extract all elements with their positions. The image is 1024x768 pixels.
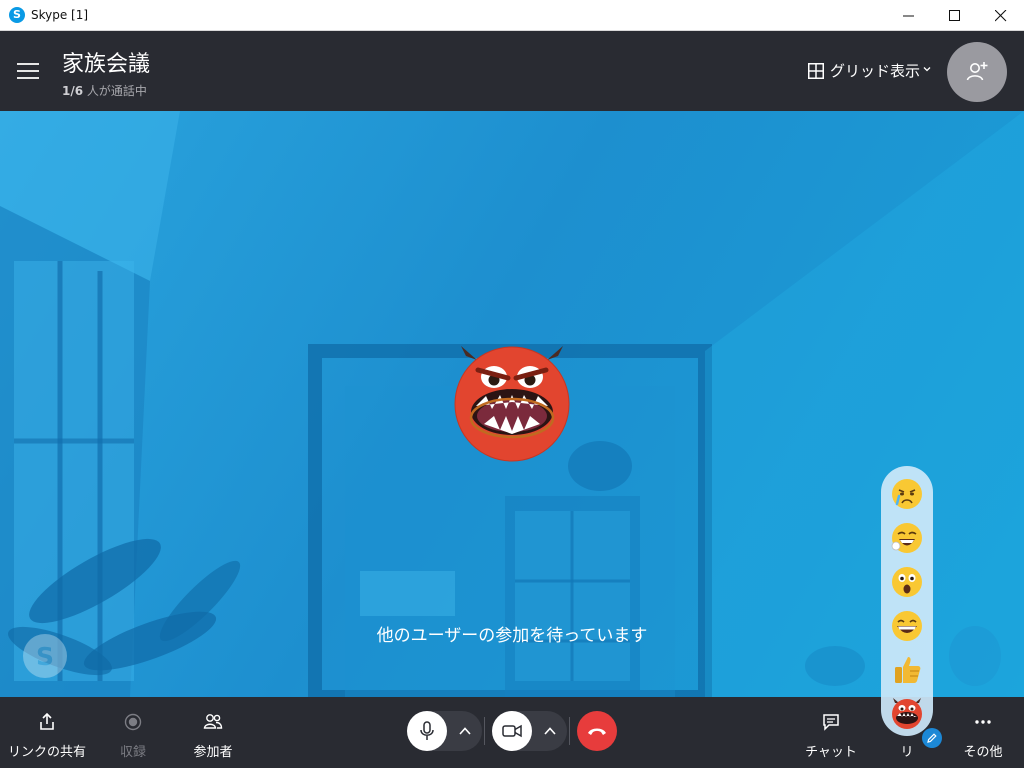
chevron-up-icon — [544, 727, 556, 735]
microphone-icon — [420, 721, 434, 740]
call-header: 家族会議 1/6 人が通話中 グリッド表示 — [0, 31, 1024, 111]
devil-emoticon[interactable] — [891, 698, 923, 730]
call-title: 家族会議 — [62, 52, 151, 77]
add-participant-button[interactable] — [947, 42, 1007, 102]
maximize-icon — [949, 10, 960, 21]
video-options-button[interactable] — [535, 711, 565, 751]
grid-view-icon — [808, 63, 824, 79]
more-label: その他 — [963, 745, 1003, 760]
record-icon — [124, 713, 142, 731]
window-title: Skype [1] — [31, 8, 89, 22]
record-button[interactable]: 収録 — [105, 697, 161, 768]
mic-options-button[interactable] — [450, 711, 480, 751]
maximize-button[interactable] — [932, 0, 978, 31]
call-controls-bar: リンクの共有 収録 参加者 チャット リ その他 — [0, 697, 1024, 768]
close-button[interactable] — [978, 0, 1024, 31]
grinning-emoticon[interactable] — [891, 610, 923, 642]
participants-label: 参加者 — [193, 745, 233, 760]
crying-emoticon[interactable] — [891, 478, 923, 510]
share-link-button[interactable]: リンクの共有 — [2, 697, 92, 768]
hamburger-icon-line — [17, 77, 39, 79]
minimize-icon — [903, 15, 914, 17]
hang-up-icon — [588, 728, 606, 735]
video-toggle-button[interactable] — [492, 711, 532, 751]
pencil-icon — [927, 733, 937, 743]
share-icon — [40, 713, 54, 730]
chat-button[interactable]: チャット — [800, 697, 862, 768]
close-icon — [995, 10, 1007, 22]
hamburger-menu-button[interactable] — [17, 61, 41, 81]
video-stage: S 他のユーザーの参加を待っています — [0, 111, 1024, 697]
end-call-button[interactable] — [577, 711, 617, 751]
window-titlebar: S Skype [1] — [0, 0, 1024, 31]
hamburger-icon — [17, 63, 39, 65]
surprised-emoticon[interactable] — [891, 566, 923, 598]
share-link-label: リンクの共有 — [7, 745, 86, 760]
participant-count: 1/6 — [62, 84, 84, 98]
video-camera-icon — [502, 724, 522, 738]
view-toggle-label: グリッド表示 — [830, 62, 921, 80]
mic-toggle-button[interactable] — [407, 711, 447, 751]
devil-avatar-emoticon — [454, 346, 570, 462]
waiting-message: 他のユーザーの参加を待っています — [376, 626, 648, 646]
control-divider — [569, 717, 570, 745]
control-divider — [484, 717, 485, 745]
reaction-picker-panel — [881, 466, 933, 736]
laughing-emoticon[interactable] — [891, 522, 923, 554]
svg-text:S: S — [36, 642, 54, 671]
chat-label: チャット — [805, 745, 857, 760]
participant-status: 1/6 人が通話中 — [62, 82, 147, 99]
chevron-up-icon — [459, 727, 471, 735]
hamburger-icon-line — [17, 70, 39, 72]
reactions-label: リ — [900, 745, 914, 760]
skype-app-icon: S — [9, 7, 25, 23]
chat-icon — [823, 714, 839, 731]
participant-status-text: 人が通話中 — [83, 84, 147, 98]
minimize-button[interactable] — [886, 0, 932, 31]
participants-icon — [203, 714, 223, 729]
participants-button[interactable]: 参加者 — [183, 697, 243, 768]
thumbs-up-emoticon[interactable] — [891, 654, 923, 686]
chevron-down-icon — [923, 67, 931, 72]
record-label: 収録 — [119, 745, 146, 760]
add-person-icon — [966, 62, 988, 81]
more-dots-icon — [975, 720, 991, 724]
more-button[interactable]: その他 — [955, 697, 1011, 768]
edit-reactions-button[interactable] — [922, 728, 942, 748]
